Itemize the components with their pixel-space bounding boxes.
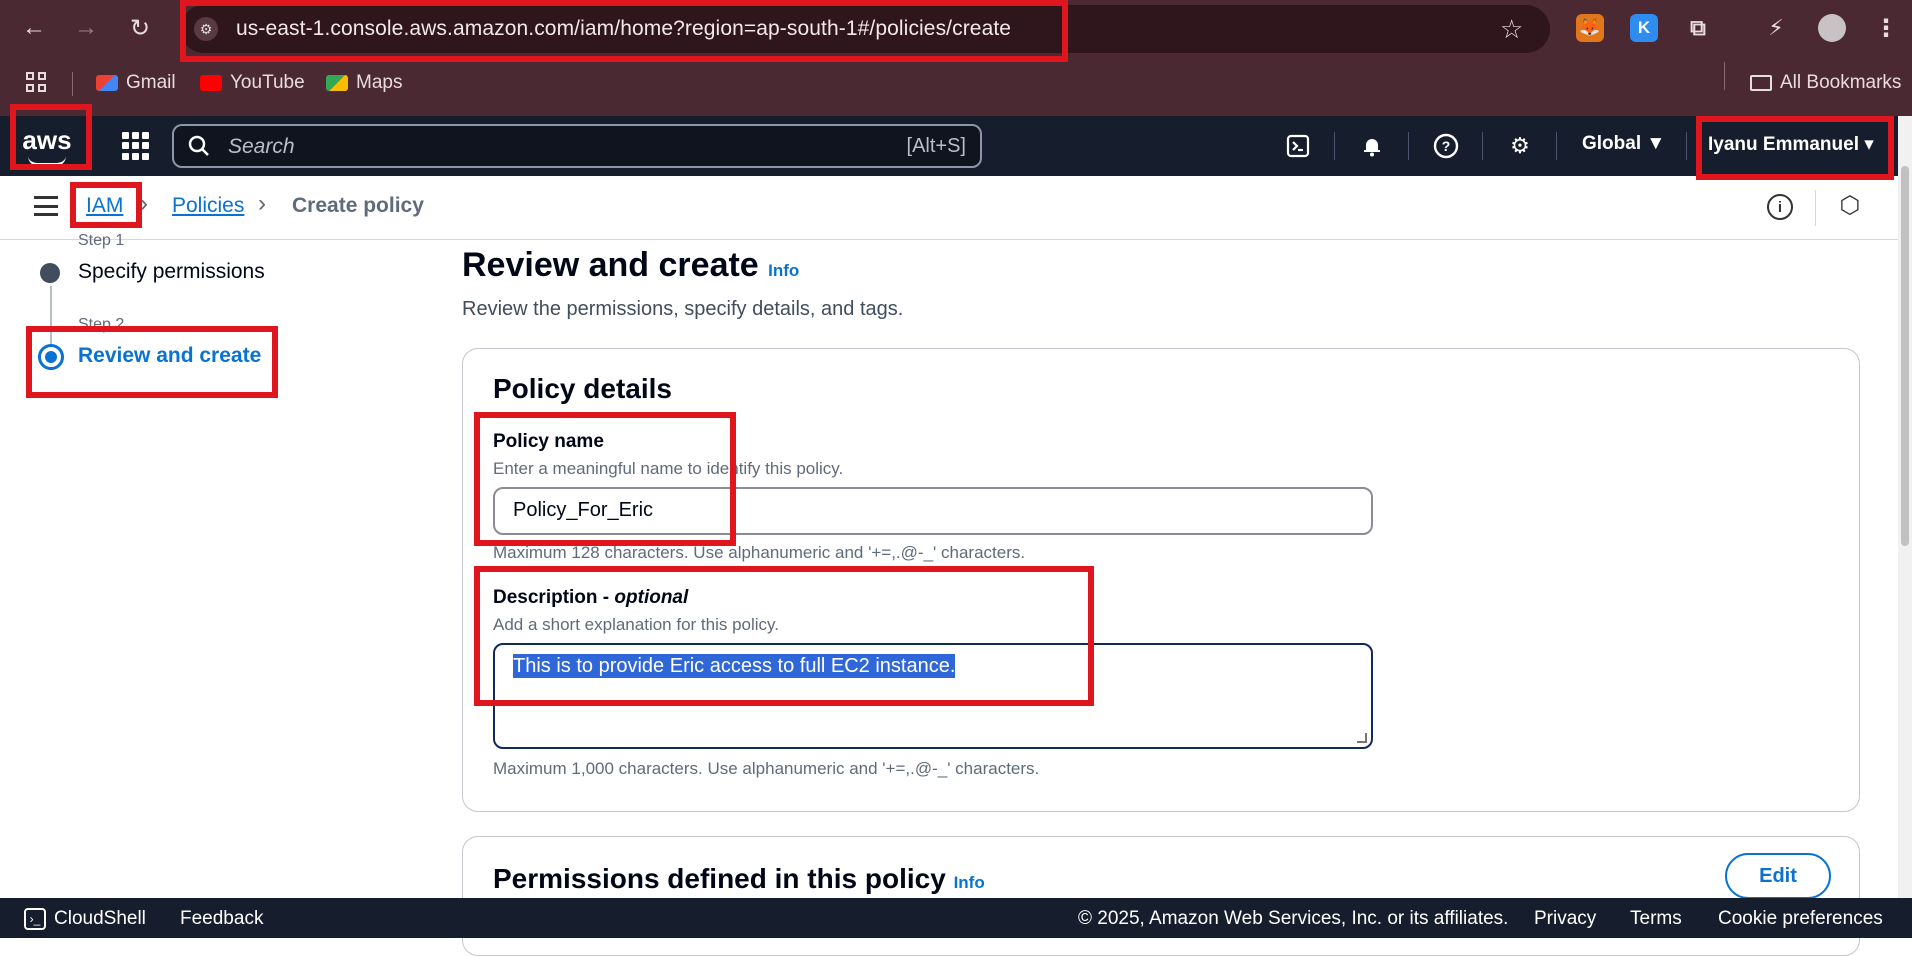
cookie-preferences-link[interactable]: Cookie preferences bbox=[1718, 908, 1883, 930]
step-2-dot bbox=[38, 344, 64, 370]
copyright: © 2025, Amazon Web Services, Inc. or its… bbox=[1078, 908, 1509, 929]
breadcrumb-current: Create policy bbox=[292, 194, 424, 217]
youtube-icon bbox=[200, 75, 222, 91]
step-1-name[interactable]: Specify permissions bbox=[78, 260, 265, 284]
menu-kebab-icon[interactable]: ⋮ bbox=[1872, 14, 1900, 42]
step-1-dot bbox=[40, 263, 60, 283]
bookmark-maps[interactable]: Maps bbox=[326, 72, 402, 94]
reload-icon[interactable]: ↻ bbox=[122, 10, 158, 46]
aws-header: aws Search [Alt+S] ? ⚙ Global ▼ Iyanu Em… bbox=[0, 116, 1912, 176]
forward-icon[interactable]: → bbox=[68, 10, 104, 46]
user-menu[interactable]: Iyanu Emmanuel ▾ bbox=[1708, 133, 1874, 156]
performance-icon[interactable]: ⚡ bbox=[1762, 14, 1790, 42]
description-textarea[interactable]: This is to provide Eric access to full E… bbox=[493, 643, 1373, 749]
back-icon[interactable]: ← bbox=[16, 10, 52, 46]
services-grid-icon[interactable] bbox=[122, 132, 150, 160]
privacy-link[interactable]: Privacy bbox=[1534, 908, 1596, 930]
info-panel-icon[interactable]: i bbox=[1767, 194, 1793, 220]
breadcrumb-iam[interactable]: IAM bbox=[86, 194, 123, 218]
description-desc: Add a short explanation for this policy. bbox=[493, 615, 780, 634]
gmail-icon bbox=[96, 75, 118, 91]
breadcrumb-policies[interactable]: Policies bbox=[172, 194, 244, 218]
policy-name-input[interactable]: Policy_For_Eric bbox=[493, 487, 1373, 535]
maps-icon bbox=[326, 75, 348, 91]
breadcrumb: IAM › Policies › Create policy i ⬡ bbox=[0, 176, 1912, 240]
page-title: Review and create Info bbox=[462, 246, 800, 284]
extensions-puzzle-icon[interactable]: ⧉ bbox=[1684, 14, 1712, 42]
scrollbar[interactable] bbox=[1898, 116, 1912, 898]
url-text[interactable]: us-east-1.console.aws.amazon.com/iam/hom… bbox=[236, 17, 1011, 41]
bookmark-star-icon[interactable]: ☆ bbox=[1500, 14, 1523, 45]
bookmarks-bar: Gmail YouTube Maps All Bookmarks bbox=[0, 62, 1912, 106]
footer: ›_ CloudShell Feedback © 2025, Amazon We… bbox=[0, 898, 1912, 938]
chevron-right-icon: › bbox=[258, 190, 266, 217]
info-link[interactable]: Info bbox=[768, 261, 799, 280]
browser-toolbar: ← → ↻ ⚙ us-east-1.console.aws.amazon.com… bbox=[0, 0, 1912, 116]
bookmark-gmail[interactable]: Gmail bbox=[96, 72, 176, 94]
region-selector[interactable]: Global ▼ bbox=[1582, 133, 1665, 155]
profile-avatar[interactable] bbox=[1818, 14, 1846, 42]
resize-handle-icon[interactable] bbox=[1357, 733, 1367, 743]
feedback-link[interactable]: Feedback bbox=[180, 908, 263, 930]
help-icon[interactable]: ? bbox=[1430, 130, 1462, 162]
bookmark-youtube[interactable]: YouTube bbox=[200, 72, 305, 94]
policy-name-label: Policy name bbox=[493, 431, 604, 452]
address-bar[interactable]: ⚙ us-east-1.console.aws.amazon.com/iam/h… bbox=[180, 5, 1550, 53]
scroll-thumb[interactable] bbox=[1901, 166, 1909, 546]
step-connector bbox=[50, 286, 52, 346]
aws-smile-icon bbox=[28, 156, 66, 166]
feedback-hex-icon[interactable]: ⬡ bbox=[1837, 194, 1863, 220]
hamburger-menu-icon[interactable] bbox=[34, 196, 58, 216]
svg-text:?: ? bbox=[1442, 138, 1451, 154]
step-2-label: Step 2 bbox=[78, 316, 125, 333]
extension-k-icon[interactable]: K bbox=[1630, 14, 1658, 42]
description-hint: Maximum 1,000 characters. Use alphanumer… bbox=[493, 759, 1040, 778]
edit-button[interactable]: Edit bbox=[1725, 853, 1831, 899]
search-input[interactable]: Search [Alt+S] bbox=[172, 124, 982, 168]
cloudshell-icon[interactable] bbox=[1282, 130, 1314, 162]
all-bookmarks[interactable]: All Bookmarks bbox=[1750, 72, 1901, 94]
apps-grid-icon[interactable] bbox=[26, 72, 46, 92]
site-info-icon[interactable]: ⚙ bbox=[194, 17, 218, 41]
cloudshell-footer-button[interactable]: ›_ CloudShell bbox=[24, 908, 146, 930]
folder-icon bbox=[1750, 75, 1772, 91]
permissions-info-link[interactable]: Info bbox=[954, 873, 985, 892]
terms-link[interactable]: Terms bbox=[1630, 908, 1682, 930]
cloudshell-icon: ›_ bbox=[24, 908, 46, 930]
bell-icon[interactable] bbox=[1356, 130, 1388, 162]
chevron-right-icon: › bbox=[140, 190, 148, 217]
permissions-title: Permissions defined in this policy Info bbox=[493, 863, 985, 894]
policy-details-card: Policy details Policy name Enter a meani… bbox=[462, 348, 1860, 812]
step-2-name[interactable]: Review and create bbox=[78, 344, 261, 368]
policy-name-hint: Maximum 128 characters. Use alphanumeric… bbox=[493, 543, 1026, 562]
page-subtitle: Review the permissions, specify details,… bbox=[462, 298, 904, 320]
metamask-icon[interactable]: 🦊 bbox=[1576, 14, 1604, 42]
search-icon bbox=[188, 135, 210, 157]
card-title: Policy details bbox=[493, 373, 672, 404]
aws-logo[interactable]: aws bbox=[14, 124, 80, 168]
settings-gear-icon[interactable]: ⚙ bbox=[1504, 130, 1536, 162]
description-selected-text: This is to provide Eric access to full E… bbox=[513, 654, 956, 678]
permissions-card: Permissions defined in this policy Info … bbox=[462, 836, 1860, 956]
step-1-label: Step 1 bbox=[78, 232, 125, 249]
description-label: Description - optional bbox=[493, 587, 689, 608]
policy-name-desc: Enter a meaningful name to identify this… bbox=[493, 459, 844, 478]
